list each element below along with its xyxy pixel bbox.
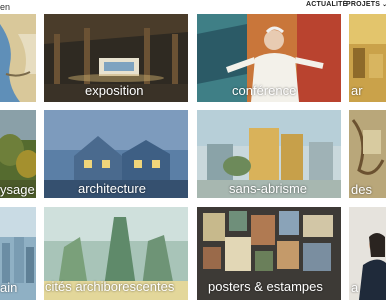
project-tile-sans-abrisme[interactable]: sans-abrisme (197, 110, 341, 198)
tile-label: a (351, 280, 359, 295)
nav-projets[interactable]: PROJETS ⌄ (346, 1, 386, 8)
project-tile-9[interactable]: ain (0, 207, 36, 300)
tile-label: ysage (0, 182, 35, 197)
project-tile-12[interactable]: a (349, 207, 386, 300)
nav-actualite[interactable]: ACTUALITÉ (306, 1, 347, 8)
tile-label: architecture (78, 181, 146, 196)
tile-label: exposition (85, 83, 144, 98)
tile-label: conférence (232, 83, 297, 98)
project-tile-posters-estampes[interactable]: posters & estampes (197, 207, 341, 300)
tile-label: ain (0, 280, 18, 295)
project-tile-paysage[interactable]: ysage (0, 110, 36, 198)
tile-label: ar (351, 83, 363, 98)
brand-logo-fragment[interactable]: en (0, 2, 10, 12)
project-tile-design[interactable]: des (349, 110, 386, 198)
tile-label: cités archiborescentes (45, 279, 175, 294)
project-tile-conference[interactable]: conférence (197, 14, 341, 102)
nav-projets-label: PROJETS (346, 1, 381, 8)
chevron-down-icon: ⌄ (382, 2, 386, 8)
project-tile-4[interactable]: ar (349, 14, 386, 102)
tile-image (0, 14, 36, 102)
tile-label: sans-abrisme (229, 181, 308, 196)
project-tile-architecture[interactable]: architecture (44, 110, 188, 198)
tile-label: posters & estampes (208, 279, 323, 294)
tile-label: des (351, 182, 372, 197)
project-tile-exposition[interactable]: exposition (44, 14, 188, 102)
top-bar: en ACTUALITÉ PROJETS ⌄ (0, 0, 386, 13)
project-tile-cites-archiborescentes[interactable]: cités archiborescentes (44, 207, 188, 300)
project-tile-1[interactable] (0, 14, 36, 102)
